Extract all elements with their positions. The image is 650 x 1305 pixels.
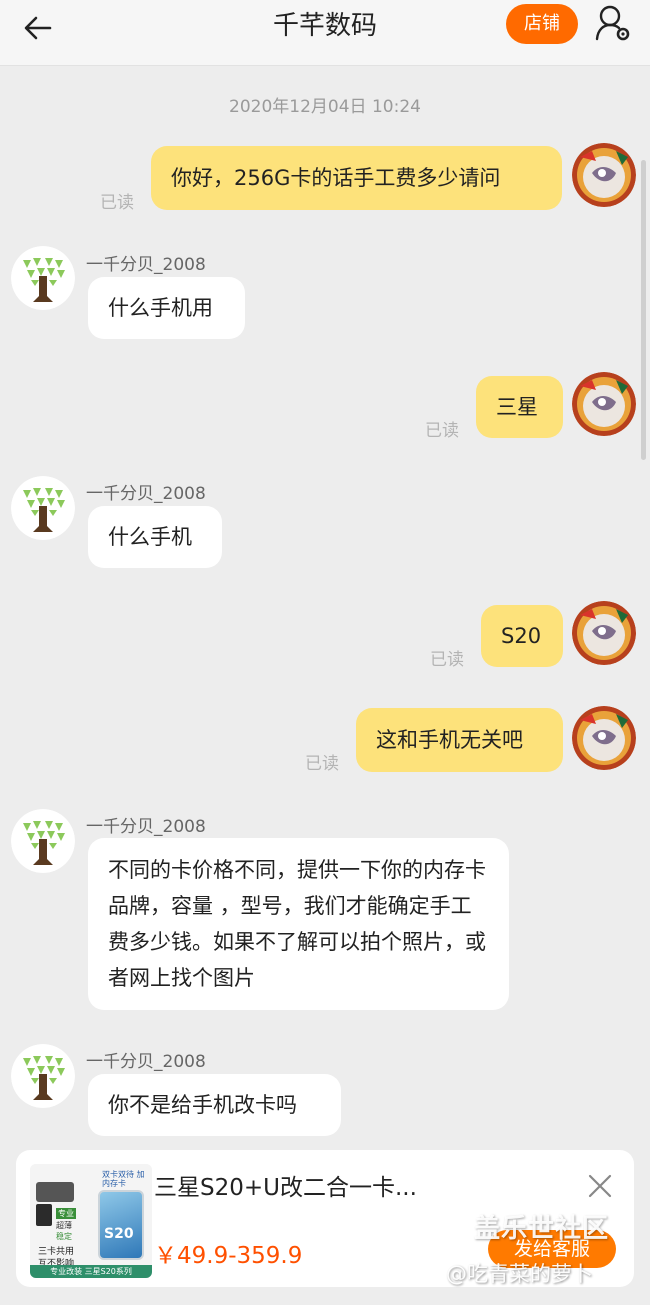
partner-name: 一千分贝_2008 — [86, 817, 206, 837]
partner-name: 一千分贝_2008 — [86, 1052, 206, 1072]
thumb-badge-2: 超薄 — [56, 1221, 72, 1230]
partner-avatar[interactable] — [11, 476, 75, 540]
partner-name: 一千分贝_2008 — [86, 255, 206, 275]
chat-timestamp: 2020年12月04日 10:24 — [229, 97, 421, 117]
product-thumbnail[interactable]: 双卡双待 加内存卡 S20 专业 超薄 稳定 三卡共用 互不影响 专业改装 三星… — [30, 1164, 152, 1278]
read-receipt: 已读 — [305, 754, 339, 774]
partner-message-bubble[interactable]: 什么手机 — [88, 506, 222, 568]
my-message-bubble[interactable]: S20 — [481, 605, 563, 667]
thumb-badge-3: 稳定 — [56, 1232, 72, 1241]
partner-avatar[interactable] — [11, 1044, 75, 1108]
sd-card-image — [36, 1204, 52, 1226]
watermark-author: @吃青菜的萝卜 — [446, 1262, 593, 1286]
thumb-top-tag: 双卡双待 加内存卡 — [102, 1170, 145, 1188]
read-receipt: 已读 — [100, 193, 134, 213]
my-message-bubble[interactable]: 这和手机无关吧 — [356, 708, 563, 772]
thumb-footer: 专业改装 三星S20系列 — [30, 1265, 152, 1278]
my-avatar[interactable] — [572, 143, 636, 207]
scrollbar[interactable] — [641, 160, 646, 460]
partner-name: 一千分贝_2008 — [86, 484, 206, 504]
partner-message-bubble[interactable]: 不同的卡价格不同，提供一下你的内存卡品牌，容量 ，型号，我们才能确定手工费多少钱… — [88, 838, 509, 1010]
read-receipt: 已读 — [430, 650, 464, 670]
partner-avatar[interactable] — [11, 809, 75, 873]
partner-avatar[interactable] — [11, 246, 75, 310]
phone-image — [98, 1190, 144, 1260]
user-settings-icon[interactable] — [594, 3, 634, 45]
watermark-community: 盖乐世社区 — [474, 1214, 610, 1244]
product-price: ￥49.9-359.9 — [154, 1243, 303, 1269]
partner-message-bubble[interactable]: 你不是给手机改卡吗 — [88, 1074, 341, 1136]
my-message-bubble[interactable]: 你好，256G卡的话手工费多少请问 — [151, 146, 562, 210]
my-message-bubble[interactable]: 三星 — [476, 376, 563, 438]
partner-message-bubble[interactable]: 什么手机用 — [88, 277, 245, 339]
card-reader-image — [36, 1182, 74, 1202]
product-title[interactable]: 三星S20+U改二合一卡... — [154, 1168, 417, 1202]
close-icon[interactable] — [586, 1172, 614, 1200]
top-bar: 千芊数码 店铺 — [0, 0, 650, 66]
my-avatar[interactable] — [572, 706, 636, 770]
read-receipt: 已读 — [425, 421, 459, 441]
shop-button[interactable]: 店铺 — [506, 4, 578, 44]
thumb-badge-1: 专业 — [56, 1208, 76, 1219]
my-avatar[interactable] — [572, 372, 636, 436]
my-avatar[interactable] — [572, 601, 636, 665]
thumb-phone-label: S20 — [104, 1226, 134, 1242]
